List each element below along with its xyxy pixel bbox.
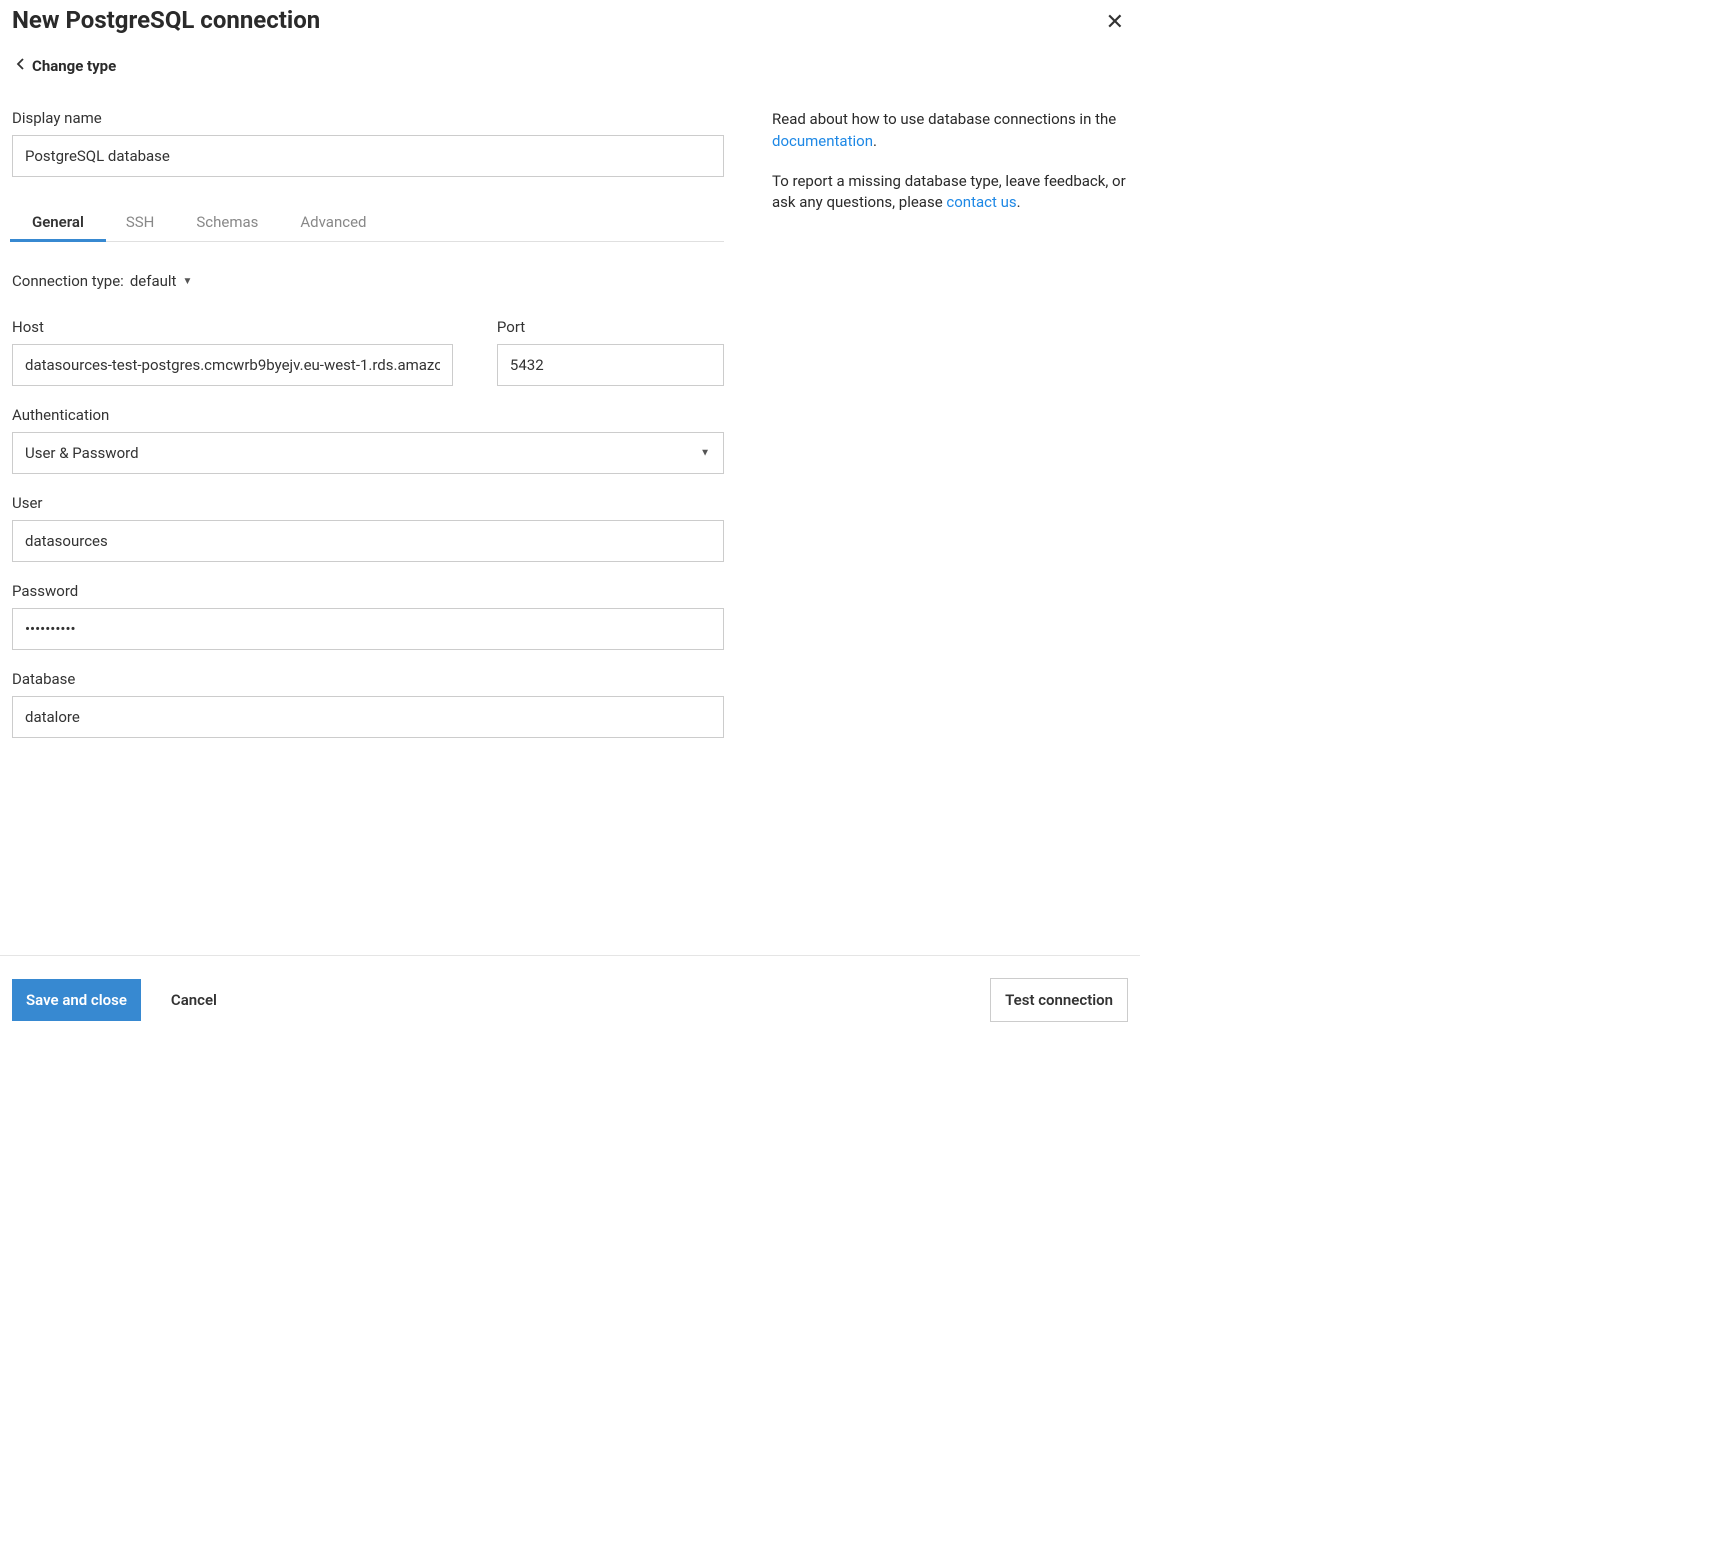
database-label: Database xyxy=(12,670,724,688)
connection-type-value: default xyxy=(130,272,177,290)
auth-select[interactable] xyxy=(12,432,724,474)
documentation-link[interactable]: documentation xyxy=(772,132,873,150)
test-connection-button[interactable]: Test connection xyxy=(990,978,1128,1022)
display-name-label: Display name xyxy=(12,109,724,127)
tabs: General SSH Schemas Advanced xyxy=(12,203,724,242)
change-type-label: Change type xyxy=(32,57,116,75)
port-label: Port xyxy=(497,318,724,336)
chevron-left-icon xyxy=(16,58,24,74)
help-text-contact: To report a missing database type, leave… xyxy=(772,171,1128,215)
tab-general[interactable]: General xyxy=(32,203,84,241)
password-input[interactable] xyxy=(12,608,724,650)
host-label: Host xyxy=(12,318,453,336)
page-title: New PostgreSQL connection xyxy=(12,6,320,34)
save-button[interactable]: Save and close xyxy=(12,979,141,1021)
close-icon[interactable]: ✕ xyxy=(1102,6,1128,39)
footer: Save and close Cancel Test connection xyxy=(0,955,1140,1044)
tab-schemas[interactable]: Schemas xyxy=(196,203,258,241)
host-input[interactable] xyxy=(12,344,453,386)
user-input[interactable] xyxy=(12,520,724,562)
help-text-documentation: Read about how to use database connectio… xyxy=(772,109,1128,153)
display-name-input[interactable] xyxy=(12,135,724,177)
password-label: Password xyxy=(12,582,724,600)
database-input[interactable] xyxy=(12,696,724,738)
connection-type-dropdown[interactable]: Connection type: default ▼ xyxy=(12,272,724,290)
chevron-down-icon: ▼ xyxy=(182,276,192,287)
contact-link[interactable]: contact us xyxy=(946,193,1016,211)
cancel-button[interactable]: Cancel xyxy=(157,979,231,1021)
auth-label: Authentication xyxy=(12,406,724,424)
connection-type-label: Connection type: xyxy=(12,272,124,290)
user-label: User xyxy=(12,494,724,512)
tab-ssh[interactable]: SSH xyxy=(126,203,155,241)
change-type-button[interactable]: Change type xyxy=(0,39,1140,75)
tab-advanced[interactable]: Advanced xyxy=(300,203,366,241)
port-input[interactable] xyxy=(497,344,724,386)
